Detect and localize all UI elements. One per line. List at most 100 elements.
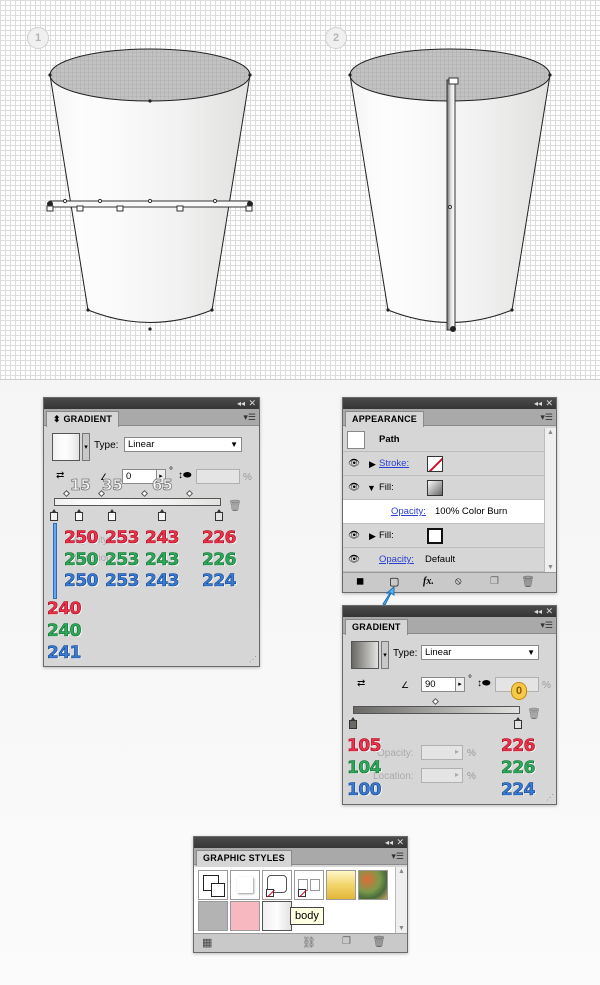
angle-icon: ∠ xyxy=(401,680,410,690)
appearance-scrollbar[interactable]: ▲ ▼ xyxy=(544,428,556,572)
style-swatch-gray[interactable] xyxy=(198,901,228,931)
visibility-eye-icon[interactable]: 👁 xyxy=(346,548,362,572)
close-icon[interactable]: ✕ xyxy=(545,606,553,617)
opacity-stepper-icon[interactable]: ▸ xyxy=(455,747,459,756)
fill-gradient-swatch[interactable] xyxy=(427,480,443,496)
scroll-up-icon[interactable]: ▲ xyxy=(547,429,554,436)
stop-blue-value: 253 xyxy=(105,571,140,591)
stroke-label[interactable]: Stroke: xyxy=(379,452,409,476)
duplicate-icon[interactable]: ❐ xyxy=(490,576,499,587)
style-swatch-double[interactable] xyxy=(294,870,324,900)
appearance-row-stroke[interactable]: 👁 ▶ Stroke: xyxy=(343,452,544,476)
close-icon[interactable]: ✕ xyxy=(545,398,553,409)
collapse-icon[interactable]: ◂◂ xyxy=(534,606,542,617)
type-select[interactable]: Linear ▼ xyxy=(421,645,539,660)
angle-input[interactable]: 90 xyxy=(421,677,457,692)
panel-tabbar: GRADIENT ▾☰ xyxy=(343,617,556,635)
reverse-gradient-icon[interactable]: ⇄ xyxy=(56,470,64,481)
disclosure-triangle-open-icon[interactable]: ▼ xyxy=(367,476,376,500)
first-stop-green-value: 240 xyxy=(47,621,82,641)
tab-gradient[interactable]: ⬍ GRADIENT xyxy=(46,411,120,427)
appearance-row-fill-1[interactable]: 👁 ▼ Fill: xyxy=(343,476,544,500)
tab-appearance[interactable]: APPEARANCE xyxy=(345,411,425,427)
style-libraries-icon[interactable]: ▦ xyxy=(202,936,212,949)
collapse-icon[interactable]: ◂◂ xyxy=(534,398,542,409)
color-stop[interactable] xyxy=(215,509,223,521)
style-swatch-rounded[interactable] xyxy=(262,870,292,900)
color-stop-right[interactable] xyxy=(514,717,522,729)
disclosure-triangle-icon[interactable]: ▶ xyxy=(369,452,376,476)
location-stepper-icon[interactable]: ▸ xyxy=(455,770,459,779)
cup-2[interactable] xyxy=(348,48,552,332)
panel-menu-icon[interactable]: ▾☰ xyxy=(391,851,404,861)
delete-stop-icon[interactable]: 🗑 xyxy=(228,499,242,512)
gradient-slider[interactable] xyxy=(353,706,520,714)
delete-stop-icon[interactable]: 🗑 xyxy=(527,707,541,720)
color-stop-left[interactable] xyxy=(349,717,357,729)
style-swatch-pink[interactable] xyxy=(230,901,260,931)
opacity-label[interactable]: Opacity: xyxy=(391,500,426,524)
midpoint-diamond[interactable] xyxy=(62,489,71,498)
scroll-down-icon[interactable]: ▼ xyxy=(398,925,405,932)
delete-icon[interactable]: 🗑 xyxy=(521,575,535,588)
styles-scrollbar[interactable]: ▲ ▼ xyxy=(395,867,407,933)
collapse-icon[interactable]: ◂◂ xyxy=(237,398,245,409)
gradient-slider[interactable] xyxy=(54,498,221,506)
angle-stepper[interactable]: ▸ xyxy=(455,677,465,692)
color-stop[interactable] xyxy=(50,509,58,521)
close-icon[interactable]: ✕ xyxy=(248,398,256,409)
fill-label: Fill: xyxy=(379,530,394,541)
clear-icon[interactable]: ⦸ xyxy=(455,576,462,587)
visibility-eye-icon[interactable]: 👁 xyxy=(346,524,362,548)
type-select[interactable]: Linear ▼ xyxy=(124,437,242,452)
fill-white-swatch[interactable] xyxy=(427,528,443,544)
style-swatch-default[interactable] xyxy=(198,870,228,900)
new-style-icon[interactable]: ❐ xyxy=(342,936,351,947)
appearance-row-opacity-1[interactable]: Opacity: 100% Color Burn xyxy=(343,500,544,524)
tab-gradient[interactable]: GRADIENT xyxy=(345,619,408,635)
thumbnail-dropdown-icon[interactable]: ▾ xyxy=(381,641,389,669)
panel-menu-icon[interactable]: ▾☰ xyxy=(540,412,553,422)
collapse-icon[interactable]: ◂◂ xyxy=(385,837,393,848)
stroke-swatch[interactable] xyxy=(427,456,443,472)
opacity-label[interactable]: Opacity: xyxy=(379,548,414,572)
reverse-gradient-icon[interactable]: ⇄ xyxy=(357,678,365,689)
aspect-ratio-input[interactable] xyxy=(196,469,240,484)
aspect-ratio-icon: ↕⬬ xyxy=(477,678,491,689)
style-swatch-gold[interactable] xyxy=(326,870,356,900)
disclosure-triangle-icon[interactable]: ▶ xyxy=(369,524,376,548)
panel-menu-icon[interactable]: ▾☰ xyxy=(243,412,256,422)
panel-menu-icon[interactable]: ▾☰ xyxy=(540,620,553,630)
midpoint-diamond[interactable] xyxy=(185,489,194,498)
midpoint-diamond[interactable] xyxy=(431,697,440,706)
artboard-canvas[interactable]: 1 2 xyxy=(0,0,600,380)
gradient-thumbnail[interactable] xyxy=(351,641,379,669)
style-swatch-white[interactable] xyxy=(230,870,260,900)
scroll-down-icon[interactable]: ▼ xyxy=(547,564,554,571)
midpoint-diamond[interactable] xyxy=(140,489,149,498)
appearance-panel: ◂◂ ✕ APPEARANCE ▾☰ Path 👁 ▶ Stroke: 👁 ▼ … xyxy=(342,397,557,593)
resize-grip-icon[interactable]: ⋰ xyxy=(249,655,257,664)
scroll-up-icon[interactable]: ▲ xyxy=(398,868,405,875)
cup-1[interactable] xyxy=(46,48,253,331)
visibility-eye-icon[interactable]: 👁 xyxy=(346,476,362,500)
delete-icon[interactable]: 🗑 xyxy=(372,935,386,948)
style-swatch-texture[interactable] xyxy=(358,870,388,900)
color-stop[interactable] xyxy=(108,509,116,521)
appearance-row-opacity-2[interactable]: 👁 Opacity: Default xyxy=(343,548,544,572)
tab-graphic-styles[interactable]: GRAPHIC STYLES xyxy=(196,850,292,866)
visibility-eye-icon[interactable]: 👁 xyxy=(346,452,362,476)
gradient-thumbnail[interactable] xyxy=(52,433,80,461)
fx-icon[interactable]: fx. xyxy=(423,576,434,587)
color-stop[interactable] xyxy=(158,509,166,521)
resize-grip-icon[interactable]: ⋰ xyxy=(546,793,554,802)
appearance-header-row[interactable]: Path xyxy=(343,428,544,452)
color-stop[interactable] xyxy=(75,509,83,521)
thumbnail-dropdown-icon[interactable]: ▾ xyxy=(82,433,90,461)
new-art-basic-icon[interactable]: ◼ xyxy=(356,576,364,587)
close-icon[interactable]: ✕ xyxy=(396,837,404,848)
style-swatch-body[interactable] xyxy=(262,901,292,931)
appearance-row-fill-2[interactable]: 👁 ▶ Fill: xyxy=(343,524,544,548)
break-link-icon[interactable]: ⛓ xyxy=(302,936,316,949)
type-label: Type: xyxy=(94,440,119,451)
